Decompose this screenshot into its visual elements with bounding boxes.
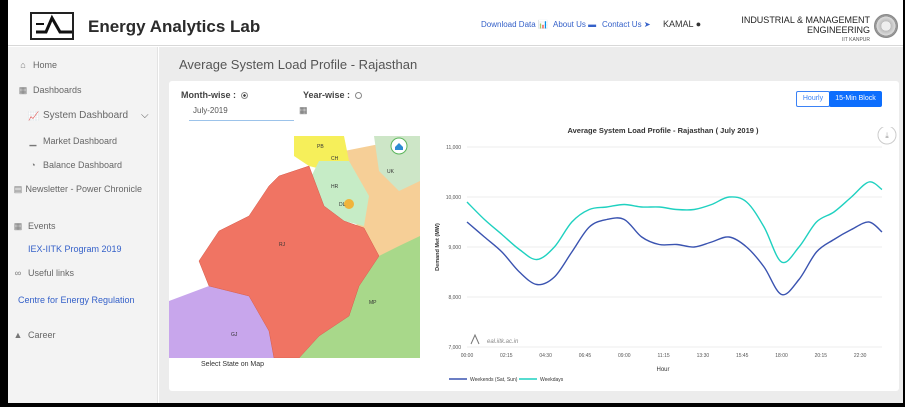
sidebar-item-balance-dashboard[interactable]: ◔ Balance Dashboard (28, 160, 122, 170)
grid-icon: ▦ (18, 85, 28, 95)
load-profile-card: Month-wise : Year-wise : July-2019 ▦ Hou… (169, 81, 899, 391)
newspaper-icon: ▤ (13, 184, 23, 194)
x-tick-label: 04:30 (539, 353, 552, 359)
x-tick-label: 18:00 (775, 353, 788, 359)
page-title: Average System Load Profile - Rajasthan (179, 57, 418, 72)
sidebar-link-iex-program[interactable]: IEX-IITK Program 2019 (28, 244, 122, 254)
nav-download-data[interactable]: Download Data 📊 (481, 20, 548, 29)
download-icon: ⤓ (885, 131, 889, 140)
chart-title: Average System Load Profile - Rajasthan … (567, 127, 759, 135)
sidebar: ⌂ Home ▦ Dashboards 📈 System Dashboard ⌵… (8, 47, 158, 403)
brand-title: Energy Analytics Lab (88, 17, 261, 36)
chevron-down-icon[interactable]: ⌵ (141, 110, 149, 121)
institute-seal-icon (874, 14, 898, 38)
sidebar-item-events[interactable]: ▦ Events (13, 221, 56, 231)
map-label-hr: HR (331, 184, 339, 190)
year-wise-option[interactable]: Year-wise : (303, 90, 362, 100)
x-tick-label: 15:45 (736, 353, 749, 359)
calendar-icon: ▦ (13, 221, 23, 231)
map-label-rj: RJ (279, 242, 286, 248)
x-tick-label: 02:15 (500, 353, 513, 359)
line-chart-icon: 📈 (28, 110, 40, 121)
sidebar-item-system-dashboard[interactable]: 📈 System Dashboard ⌵ (28, 110, 149, 121)
map-label-uk: UK (387, 169, 395, 175)
chart-watermark: eal.iitk.ac.in (487, 339, 519, 345)
send-icon: ➤ (643, 20, 651, 29)
graduation-cap-icon: ▲ (13, 330, 23, 340)
calendar-icon[interactable]: ▦ (299, 105, 308, 116)
map-label-dl: DL (339, 202, 346, 208)
x-tick-label: 06:45 (579, 353, 592, 359)
y-tick-label: 9,000 (448, 245, 461, 251)
map-label-mp: MP (369, 300, 377, 306)
x-tick-label: 22:30 (854, 353, 867, 359)
map-label-gj: GJ (231, 332, 238, 338)
user-group-icon: ▬ (588, 20, 597, 29)
y-tick-label: 7,000 (448, 345, 461, 351)
sidebar-item-newsletter[interactable]: ▤ Newsletter - Power Chronicle (13, 184, 153, 195)
legend-item[interactable]: Weekdays (540, 377, 564, 383)
institute-label: INDUSTRIAL & MANAGEMENT ENGINEERING IIT … (741, 15, 870, 43)
month-wise-radio[interactable] (240, 92, 248, 100)
map-state-dl[interactable] (344, 199, 354, 209)
y-axis-label: Demand Met (MW) (435, 223, 441, 271)
y-tick-label: 8,000 (448, 295, 461, 301)
map-label-pb: PB (317, 144, 324, 150)
sidebar-item-career[interactable]: ▲ Career (13, 330, 56, 340)
sidebar-item-home[interactable]: ⌂ Home (18, 60, 57, 70)
nav-contact-us[interactable]: Contact Us ➤ (602, 20, 651, 29)
15-min-block-button[interactable]: 15-Min Block (829, 91, 882, 107)
x-tick-label: 20:15 (815, 353, 828, 359)
logo-mark-icon (30, 12, 74, 40)
watermark-logo-icon (470, 333, 480, 345)
link-icon: ∞ (14, 268, 22, 278)
bar-chart-icon: ▁ (29, 136, 37, 146)
load-profile-chart: Average System Load Profile - Rajasthan … (427, 125, 899, 389)
map-label-ch: CH (331, 156, 339, 162)
pie-chart-icon: ◔ (30, 160, 36, 170)
sidebar-item-dashboards[interactable]: ▦ Dashboards (18, 85, 82, 95)
sidebar-item-useful-links[interactable]: ∞ Useful links (13, 268, 74, 278)
series-line-weekdays (466, 181, 883, 264)
user-menu[interactable]: KAMAL ● (663, 19, 701, 29)
state-map[interactable]: PB CH HR DL UK RJ MP GJ (169, 136, 420, 359)
year-wise-radio[interactable] (354, 92, 362, 100)
sidebar-link-energy-regulation[interactable]: Centre for Energy Regulation (18, 295, 146, 306)
app-window: Energy Analytics Lab Download Data 📊 Abo… (8, 0, 903, 403)
x-tick-label: 00:00 (461, 353, 474, 359)
map-caption: Select State on Map (201, 361, 265, 368)
download-icon: 📊 (537, 20, 548, 29)
logo[interactable] (30, 12, 80, 42)
x-tick-label: 13:30 (697, 353, 710, 359)
top-header: Energy Analytics Lab Download Data 📊 Abo… (8, 4, 903, 46)
y-tick-label: 11,000 (446, 145, 461, 151)
user-circle-icon: ● (695, 19, 702, 29)
y-tick-label: 10,000 (446, 195, 462, 201)
month-wise-option[interactable]: Month-wise : (181, 90, 248, 100)
home-icon: ⌂ (20, 60, 26, 70)
month-input[interactable]: July-2019 (189, 103, 294, 121)
hourly-button[interactable]: Hourly (796, 91, 830, 107)
x-tick-label: 09:00 (618, 353, 631, 359)
legend-item[interactable]: Weekends (Sat, Sun) (470, 377, 518, 383)
sidebar-item-market-dashboard[interactable]: ▁ Market Dashboard (28, 136, 118, 146)
x-tick-label: 11:15 (658, 353, 670, 359)
main-content: Average System Load Profile - Rajasthan … (159, 47, 903, 403)
x-axis-label: Hour (656, 367, 669, 373)
nav-about-us[interactable]: About Us ▬ (553, 20, 596, 29)
